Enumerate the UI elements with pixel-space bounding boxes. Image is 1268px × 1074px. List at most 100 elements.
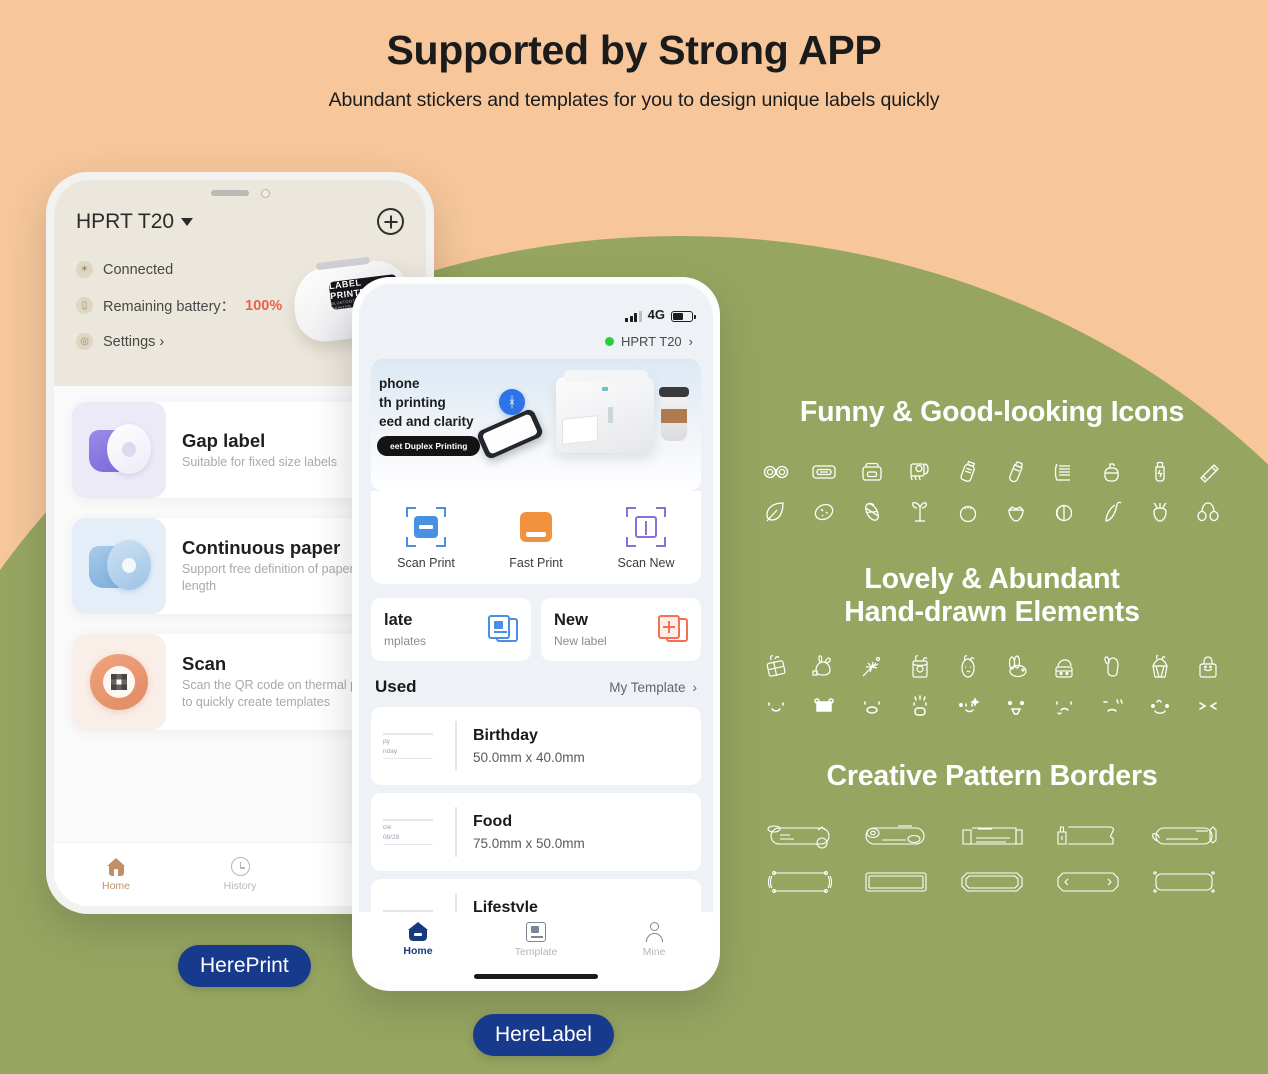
border-plant-icon — [1136, 819, 1232, 853]
phone2-bottom-nav: Home Template Mine — [359, 912, 713, 984]
preview-line-2: 08/28 — [383, 833, 400, 841]
detergent-bottle-icon — [1136, 459, 1184, 485]
section-title: Lovely & Abundant Hand-drawn Elements — [752, 563, 1232, 629]
device-selector[interactable]: HPRT T20 › — [359, 326, 713, 359]
rabbit-bag-icon — [1184, 652, 1232, 682]
rabbit-gift-icon — [752, 652, 800, 682]
home-icon — [407, 922, 429, 941]
face-sparkle-icon — [944, 694, 992, 718]
fast-print-icon — [516, 507, 556, 547]
battery-icon — [671, 311, 696, 322]
app-badge-herelabel[interactable]: HereLabel — [473, 1014, 614, 1056]
face-surprised-icon — [848, 694, 896, 718]
rabbit-basket-icon — [1136, 652, 1184, 682]
recent-template-size: 50.0mm x 40.0mm — [473, 750, 585, 765]
tomato-icon — [944, 499, 992, 525]
section-title: Funny & Good-looking Icons — [799, 396, 1185, 428]
clock-icon — [230, 857, 250, 876]
new-label-icon — [658, 614, 688, 645]
template-preview: py nday — [383, 721, 457, 771]
hero-printer-illustration — [556, 370, 654, 453]
battery-value: 100% — [245, 297, 283, 314]
hero-banner[interactable]: phone th printing eed and clarity eet Du… — [371, 359, 701, 491]
chevron-down-icon — [181, 217, 194, 226]
phone-mockup-herelabel: 4G HPRT T20 › phone th printing eed and … — [352, 277, 720, 991]
section-funny-icons: Funny & Good-looking Icons — [752, 396, 1232, 525]
bluetooth-icon: ✶ — [76, 261, 93, 278]
phone2-screen: 4G HPRT T20 › phone th printing eed and … — [359, 284, 713, 984]
cherry-icon — [1184, 499, 1232, 525]
spray-bottle-icon — [944, 459, 992, 485]
face-happy-icon — [1136, 694, 1184, 718]
page-header: Supported by Strong APP Abundant sticker… — [0, 26, 1268, 112]
template-card[interactable]: late mplates — [371, 598, 531, 661]
continuous-paper-thumbnail — [72, 518, 166, 614]
template-icon — [526, 922, 546, 942]
nav-item-home[interactable]: Home — [359, 922, 477, 957]
network-label: 4G — [647, 307, 665, 322]
settings-label: Settings › — [103, 333, 165, 350]
border-arrow-icon — [1040, 865, 1136, 899]
template-preview: cie 08/28 — [383, 807, 457, 857]
poster-canvas: Supported by Strong APP Abundant sticker… — [0, 0, 1268, 1074]
recent-template-row[interactable]: py nday Birthday 50.0mm x 40.0mm — [371, 707, 701, 785]
rabbit-standing-icon — [1088, 652, 1136, 682]
sprout-icon — [896, 499, 944, 525]
nav-item-home[interactable]: Home — [54, 857, 178, 892]
face-shy-icon — [1040, 694, 1088, 718]
preview-line-1: py — [383, 737, 390, 745]
qr-code-icon — [111, 674, 127, 690]
device-selector[interactable]: HPRT T20 — [76, 210, 194, 234]
home-icon — [106, 857, 126, 876]
icon-row-2 — [752, 694, 1232, 718]
home-indicator — [474, 974, 598, 979]
nav-item-template[interactable]: Template — [477, 922, 595, 958]
new-label-card[interactable]: New New label — [541, 598, 701, 661]
nav-item-mine[interactable]: Mine — [595, 922, 713, 958]
section-title: Creative Pattern Borders — [826, 760, 1158, 793]
hero-badge: eet Duplex Printing — [377, 436, 481, 456]
add-button[interactable] — [377, 208, 404, 235]
nav-label: Home — [101, 879, 130, 892]
border-plain-icon — [1136, 865, 1232, 899]
hero-line-3: eed and clarity — [379, 413, 474, 429]
preview-line-2: nday — [383, 747, 398, 755]
features-column: Funny & Good-looking Icons Lovely & Abun… — [752, 396, 1232, 899]
nav-item-history[interactable]: History — [178, 857, 302, 892]
strawberry-icon — [992, 499, 1040, 525]
label-roll-icon — [89, 424, 151, 476]
face-angry-icon — [896, 694, 944, 718]
face-sad-icon — [1088, 694, 1136, 718]
contact-lens-case-icon — [752, 459, 800, 485]
action-label: Fast Print — [509, 556, 563, 570]
hero-line-1: phone — [379, 376, 420, 391]
corn-icon — [848, 499, 896, 525]
bluetooth-icon: ᚼ — [499, 389, 525, 415]
my-template-link[interactable]: My Template › — [609, 680, 697, 695]
nav-label: History — [223, 880, 257, 892]
qr-roll-icon — [90, 654, 148, 710]
quick-actions: Scan Print Fast Print Scan New — [371, 491, 701, 584]
border-avocado-icon — [848, 819, 944, 853]
page-title: Supported by Strong APP — [386, 27, 882, 73]
label-roll-icon — [89, 540, 151, 592]
recent-template-name: Food — [473, 813, 513, 830]
recent-template-row[interactable]: cie 08/28 Food 75.0mm x 50.0mm — [371, 793, 701, 871]
phone2-status-bar: 4G — [359, 284, 713, 326]
template-card-subtitle: mplates — [384, 634, 427, 648]
person-icon — [644, 922, 664, 942]
nav-label: Mine — [642, 946, 666, 958]
rabbit-sleeping-icon — [944, 652, 992, 682]
action-fast-print[interactable]: Fast Print — [481, 507, 591, 570]
border-row-2 — [752, 865, 1232, 899]
action-scan-new[interactable]: Scan New — [591, 507, 701, 570]
recent-template-size: 75.0mm x 50.0mm — [473, 836, 585, 851]
new-card-subtitle: New label — [554, 634, 607, 648]
toilet-paper-icon — [896, 459, 944, 485]
chevron-right-icon: › — [688, 334, 693, 349]
speaker-icon — [210, 190, 249, 196]
app-badge-hereprint[interactable]: HerePrint — [178, 945, 311, 987]
new-card-title: New — [554, 611, 588, 629]
action-scan-print[interactable]: Scan Print — [371, 507, 481, 570]
wet-wipes-icon — [800, 459, 848, 485]
